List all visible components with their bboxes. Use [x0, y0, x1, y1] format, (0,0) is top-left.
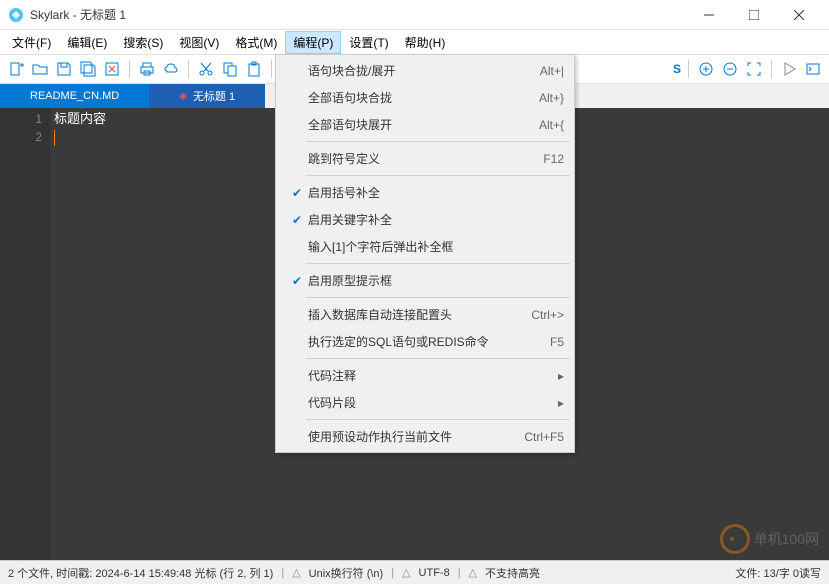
menu-dropdown-item[interactable]: ✔启用括号补全: [278, 179, 572, 206]
zoom-out-icon[interactable]: [720, 59, 740, 79]
menu-dropdown-item[interactable]: 全部语句块展开Alt+{: [278, 111, 572, 138]
status-eol[interactable]: Unix换行符 (\n): [309, 565, 384, 581]
paste-icon[interactable]: [244, 59, 264, 79]
menu-item-2[interactable]: 搜索(S): [115, 31, 171, 54]
open-icon[interactable]: [30, 59, 50, 79]
menu-dropdown-item[interactable]: ✔启用关键字补全: [278, 206, 572, 233]
window-title: Skylark - 无标题 1: [30, 6, 686, 23]
menubar: 文件(F)编辑(E)搜索(S)视图(V)格式(M)编程(P)设置(T)帮助(H): [0, 30, 829, 54]
status-right: 文件: 13/字 0读写: [735, 565, 821, 581]
tab-dirty-icon: ◆: [179, 91, 187, 102]
menu-dropdown-item[interactable]: 语句块合拢/展开Alt+|: [278, 57, 572, 84]
menu-dropdown-item[interactable]: 代码注释▸: [278, 362, 572, 389]
menu-dropdown-item[interactable]: 执行选定的SQL语句或REDIS命令F5: [278, 328, 572, 355]
menu-item-5[interactable]: 编程(P): [285, 31, 341, 54]
status-encoding[interactable]: UTF-8: [419, 567, 450, 579]
cut-icon[interactable]: [196, 59, 216, 79]
tab-1[interactable]: ◆无标题 1: [149, 84, 265, 108]
minimize-button[interactable]: [686, 1, 731, 29]
save-all-icon[interactable]: [78, 59, 98, 79]
check-icon: ✔: [286, 213, 308, 227]
titlebar: Skylark - 无标题 1: [0, 0, 829, 30]
menu-dropdown-item[interactable]: 全部语句块合拢Alt+}: [278, 84, 572, 111]
watermark: 单机100网: [720, 524, 819, 554]
menu-dropdown-item[interactable]: 代码片段▸: [278, 389, 572, 416]
menu-dropdown-item[interactable]: 使用预设动作执行当前文件Ctrl+F5: [278, 423, 572, 450]
menu-item-1[interactable]: 编辑(E): [59, 31, 115, 54]
menu-item-3[interactable]: 视图(V): [171, 31, 227, 54]
menu-dropdown-item[interactable]: ✔启用原型提示框: [278, 267, 572, 294]
line-number: 1: [2, 110, 42, 128]
close-button[interactable]: [776, 1, 821, 29]
cloud-icon[interactable]: [161, 59, 181, 79]
menu-dropdown-item[interactable]: 插入数据库自动连接配置头Ctrl+>: [278, 301, 572, 328]
save-icon[interactable]: [54, 59, 74, 79]
menu-dropdown-item[interactable]: 输入[1]个字符后弹出补全框: [278, 233, 572, 260]
maximize-button[interactable]: [731, 1, 776, 29]
programming-menu-dropdown: 语句块合拢/展开Alt+|全部语句块合拢Alt+}全部语句块展开Alt+{ 跳到符…: [275, 54, 575, 453]
app-icon: [8, 7, 24, 23]
terminal-icon[interactable]: [803, 59, 823, 79]
check-icon: ✔: [286, 186, 308, 200]
menu-item-7[interactable]: 帮助(H): [397, 31, 454, 54]
line-gutter: 12: [0, 108, 50, 560]
line-number: 2: [2, 128, 42, 146]
close-file-icon[interactable]: [102, 59, 122, 79]
check-icon: ✔: [286, 274, 308, 288]
statusbar: 2 个文件, 时间戳: 2024-6-14 15:49:48 光标 (行 2, …: [0, 560, 829, 584]
menu-item-0[interactable]: 文件(F): [4, 31, 59, 54]
print-icon[interactable]: [137, 59, 157, 79]
menu-item-6[interactable]: 设置(T): [341, 31, 396, 54]
new-file-icon[interactable]: [6, 59, 26, 79]
status-syntax[interactable]: 不支持高亮: [485, 565, 540, 581]
zoom-in-icon[interactable]: [696, 59, 716, 79]
fullscreen-icon[interactable]: [744, 59, 764, 79]
copy-icon[interactable]: [220, 59, 240, 79]
submenu-arrow-icon: ▸: [558, 369, 564, 383]
run-icon[interactable]: [779, 59, 799, 79]
submenu-arrow-icon: ▸: [558, 396, 564, 410]
menu-dropdown-item[interactable]: 跳到符号定义F12: [278, 145, 572, 172]
menu-item-4[interactable]: 格式(M): [227, 31, 285, 54]
tab-0[interactable]: README_CN.MD: [0, 84, 149, 108]
status-left: 2 个文件, 时间戳: 2024-6-14 15:49:48 光标 (行 2, …: [8, 565, 273, 581]
toolbar-text: S: [673, 62, 681, 76]
